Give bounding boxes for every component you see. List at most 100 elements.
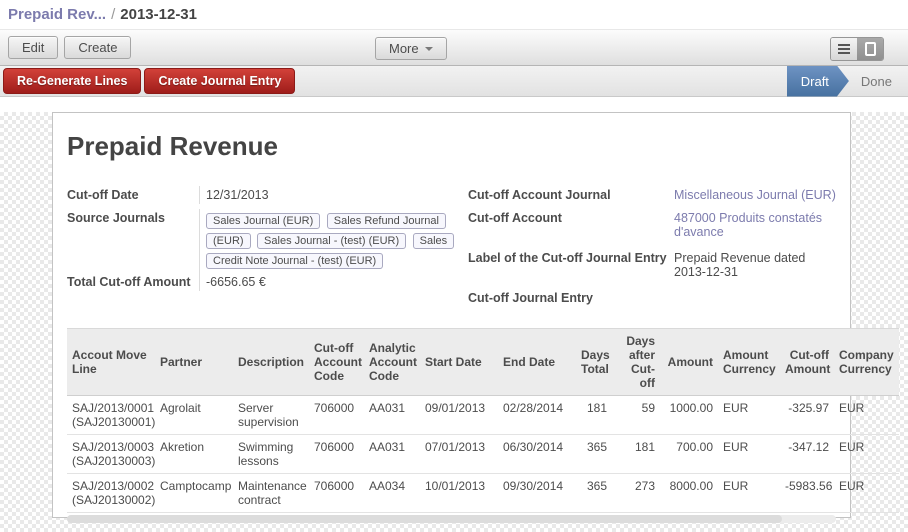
col-analytic-account-code[interactable]: Analytic Account Code [364,329,420,396]
cell[interactable]: 06/30/2014 [498,435,576,474]
cell[interactable]: 8000.00 [660,474,718,513]
col-cutoff-account-code[interactable]: Cut-off Account Code [309,329,364,396]
cutoff-journal-entry-label: Cut-off Journal Entry [468,289,668,305]
col-days-after-cutoff[interactable]: Days after Cut-off [612,329,660,396]
col-partner[interactable]: Partner [155,329,233,396]
table-row[interactable]: SAJ/2013/0002 (SAJ20130002) Camptocamp M… [67,474,899,513]
cutoff-account-label: Cut-off Account [468,209,668,225]
cell[interactable]: EUR [834,474,899,513]
col-amount[interactable]: Amount [660,329,718,396]
cell[interactable]: Camptocamp [155,474,233,513]
stage-done[interactable]: Done [849,66,908,97]
col-end-date[interactable]: End Date [498,329,576,396]
cell[interactable]: -325.97 [780,396,834,435]
breadcrumb-current: 2013-12-31 [120,6,197,23]
field-source-journals: Source Journals Sales Journal (EUR) Sale… [67,209,468,273]
table-header-row: Accout Move Line Partner Description Cut… [67,329,899,396]
cell[interactable]: 706000 [309,435,364,474]
cell[interactable]: Server supervision [233,396,309,435]
cell[interactable]: 700.00 [660,435,718,474]
scrollbar-thumb[interactable] [67,515,782,523]
field-entry-label: Label of the Cut-off Journal Entry Prepa… [468,249,836,281]
stage-draft[interactable]: Draft [787,66,849,97]
edit-button[interactable]: Edit [8,36,58,59]
cell[interactable]: 09/30/2014 [498,474,576,513]
cell[interactable]: EUR [834,396,899,435]
create-button[interactable]: Create [64,36,131,59]
cell[interactable]: Swimming lessons [233,435,309,474]
table-row[interactable]: SAJ/2013/0001 (SAJ20130001) Agrolait Ser… [67,396,899,435]
content-background: Prepaid Revenue Cut-off Date 12/31/2013 … [0,112,908,532]
horizontal-scrollbar[interactable] [67,515,836,523]
action-statusbar: Re-Generate Lines Create Journal Entry D… [0,66,908,97]
form-view-button[interactable] [857,38,883,60]
breadcrumb-separator: / [111,6,115,23]
journal-tag-list: Sales Journal (EUR) Sales Refund Journal… [206,213,457,267]
cell[interactable]: 273 [612,474,660,513]
cell[interactable]: -5983.56 [780,474,834,513]
regenerate-lines-button[interactable]: Re-Generate Lines [3,68,141,94]
cell[interactable]: 10/01/2013 [420,474,498,513]
cell[interactable]: SAJ/2013/0002 (SAJ20130002) [67,474,155,513]
cell[interactable]: 181 [612,435,660,474]
source-journals-label: Source Journals [67,209,199,225]
field-cutoff-journal-entry: Cut-off Journal Entry [468,289,836,312]
field-cutoff-date: Cut-off Date 12/31/2013 [67,186,468,209]
col-start-date[interactable]: Start Date [420,329,498,396]
cutoff-journal-entry-value [668,289,836,293]
field-total-cutoff-amount: Total Cut-off Amount -6656.65 € [67,273,468,296]
col-company-currency[interactable]: Company Currency [834,329,899,396]
page-title: Prepaid Revenue [67,131,836,162]
total-cutoff-amount-label: Total Cut-off Amount [67,273,199,289]
cell[interactable]: 1000.00 [660,396,718,435]
col-description[interactable]: Description [233,329,309,396]
entry-label-label: Label of the Cut-off Journal Entry [468,249,668,265]
cell[interactable]: SAJ/2013/0003 (SAJ20130003) [67,435,155,474]
cell[interactable]: AA031 [364,396,420,435]
table-row[interactable]: SAJ/2013/0003 (SAJ20130003) Akretion Swi… [67,435,899,474]
col-cutoff-amount[interactable]: Cut-off Amount [780,329,834,396]
journal-tag: Sales Journal - (test) (EUR) [257,233,406,249]
cell[interactable]: Akretion [155,435,233,474]
cell[interactable]: EUR [718,435,780,474]
form-icon [865,42,876,56]
cell[interactable]: Agrolait [155,396,233,435]
form-sheet: Prepaid Revenue Cut-off Date 12/31/2013 … [52,112,851,518]
cell[interactable]: EUR [718,396,780,435]
breadcrumb-parent-link[interactable]: Prepaid Rev... [8,6,106,23]
cell[interactable]: Maintenance contract [233,474,309,513]
form-group-left: Cut-off Date 12/31/2013 Source Journals … [67,186,468,312]
col-amount-currency[interactable]: Amount Currency [718,329,780,396]
total-cutoff-amount-value: -6656.65 € [199,273,468,291]
form-group-right: Cut-off Account Journal Miscellaneous Jo… [468,186,836,312]
cell[interactable]: 02/28/2014 [498,396,576,435]
cell[interactable]: EUR [834,435,899,474]
cell[interactable]: 07/01/2013 [420,435,498,474]
cell[interactable]: 706000 [309,474,364,513]
cutoff-account-journal-label: Cut-off Account Journal [468,186,668,202]
cell[interactable]: 59 [612,396,660,435]
cutoff-date-value: 12/31/2013 [199,186,468,204]
cell[interactable]: 365 [576,435,612,474]
cell[interactable]: 365 [576,474,612,513]
cell[interactable]: -347.12 [780,435,834,474]
cutoff-lines-table: Accout Move Line Partner Description Cut… [67,328,836,523]
list-view-button[interactable] [831,38,857,60]
more-dropdown-button[interactable]: More [375,37,447,60]
form-fields: Cut-off Date 12/31/2013 Source Journals … [67,186,836,312]
cutoff-account-link[interactable]: 487000 Produits constatés d'avance [674,211,822,239]
col-account-move-line[interactable]: Accout Move Line [67,329,155,396]
journal-tag: Sales Journal (EUR) [206,213,320,229]
cell[interactable]: SAJ/2013/0001 (SAJ20130001) [67,396,155,435]
cutoff-date-label: Cut-off Date [67,186,199,202]
create-journal-entry-button[interactable]: Create Journal Entry [144,68,295,94]
cell[interactable]: 09/01/2013 [420,396,498,435]
cutoff-account-journal-link[interactable]: Miscellaneous Journal (EUR) [674,188,836,202]
col-days-total[interactable]: Days Total [576,329,612,396]
cell[interactable]: 181 [576,396,612,435]
cell[interactable]: EUR [718,474,780,513]
cell[interactable]: AA034 [364,474,420,513]
cell[interactable]: AA031 [364,435,420,474]
field-cutoff-account: Cut-off Account 487000 Produits constaté… [468,209,836,241]
cell[interactable]: 706000 [309,396,364,435]
